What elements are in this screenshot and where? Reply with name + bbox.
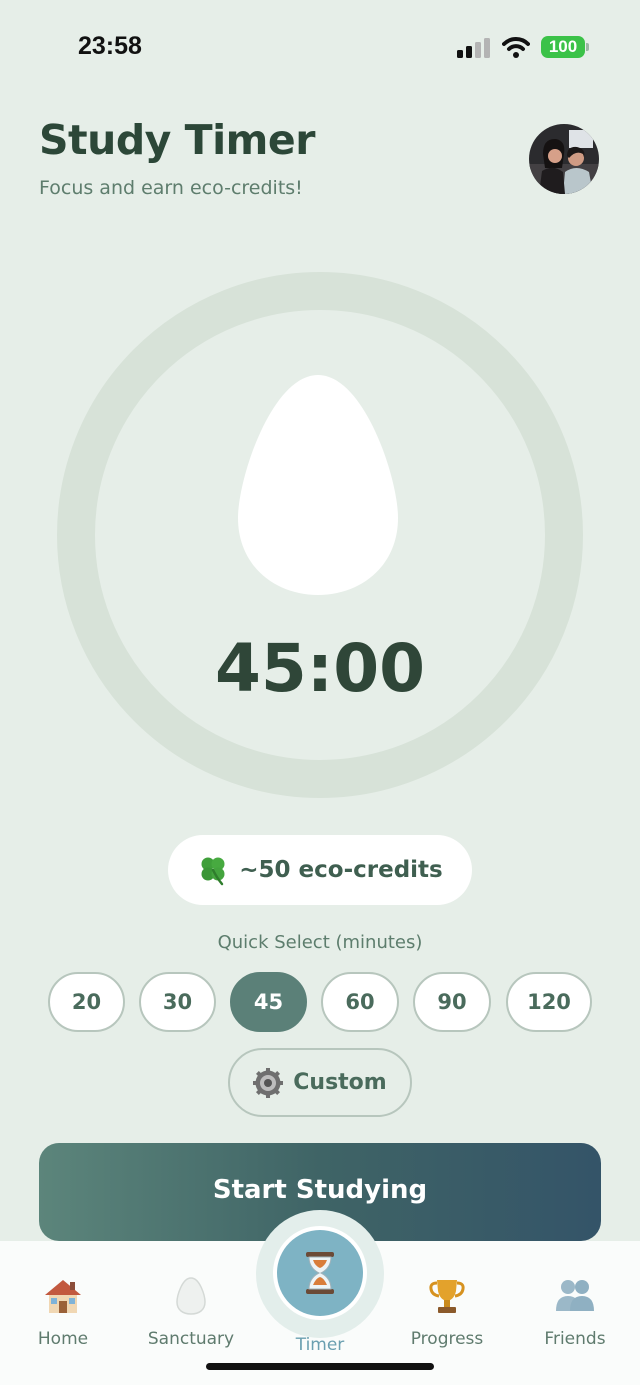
egg-icon — [176, 1277, 206, 1315]
signal-icon — [457, 38, 490, 58]
clover-icon — [201, 857, 225, 886]
tab-home[interactable]: Home — [3, 1241, 123, 1351]
timer-display: 45:00 — [214, 630, 426, 707]
house-icon — [45, 1280, 81, 1313]
quick-select-30[interactable]: 30 — [139, 972, 216, 1032]
trophy-icon — [429, 1280, 465, 1313]
start-studying-label: Start Studying — [212, 1175, 428, 1205]
quick-select-60[interactable]: 60 — [321, 972, 399, 1032]
eco-credits-badge: ~50 eco-credits — [168, 835, 472, 905]
status-time: 23:58 — [78, 32, 142, 60]
home-indicator[interactable] — [206, 1363, 434, 1370]
people-icon — [556, 1280, 594, 1311]
page-subtitle: Focus and earn eco-credits! — [39, 177, 303, 199]
hourglass-icon — [306, 1252, 334, 1294]
quick-select-45[interactable]: 45 — [230, 972, 307, 1032]
wifi-icon — [502, 37, 530, 58]
quick-select-label: Quick Select (minutes) — [217, 932, 423, 953]
quick-select-120[interactable]: 120 — [506, 972, 592, 1032]
tab-progress[interactable]: Progress — [387, 1241, 507, 1351]
quick-select-90[interactable]: 90 — [413, 972, 491, 1032]
page-title: Study Timer — [39, 116, 315, 164]
tab-sanctuary[interactable]: Sanctuary — [131, 1241, 251, 1351]
status-bar: 23:58 100 — [0, 0, 640, 100]
tab-home-label: Home — [37, 1329, 89, 1349]
egg-icon — [238, 375, 398, 595]
tab-timer[interactable] — [273, 1226, 367, 1320]
tab-progress-label: Progress — [410, 1329, 484, 1349]
battery-indicator: 100 — [541, 36, 585, 58]
timer-tab-circle — [277, 1230, 363, 1316]
tab-friends-label: Friends — [544, 1329, 606, 1349]
gear-icon — [253, 1067, 284, 1098]
avatar[interactable] — [529, 124, 599, 194]
quick-select-20[interactable]: 20 — [48, 972, 125, 1032]
tab-sanctuary-label: Sanctuary — [147, 1329, 235, 1349]
custom-label: Custom — [293, 1070, 387, 1095]
eco-credits-text: ~50 eco-credits — [239, 857, 443, 883]
custom-duration-button[interactable]: Custom — [228, 1048, 412, 1117]
tab-friends[interactable]: Friends — [515, 1241, 635, 1351]
tab-timer-label: Timer — [295, 1335, 345, 1355]
battery-tip — [586, 43, 589, 51]
